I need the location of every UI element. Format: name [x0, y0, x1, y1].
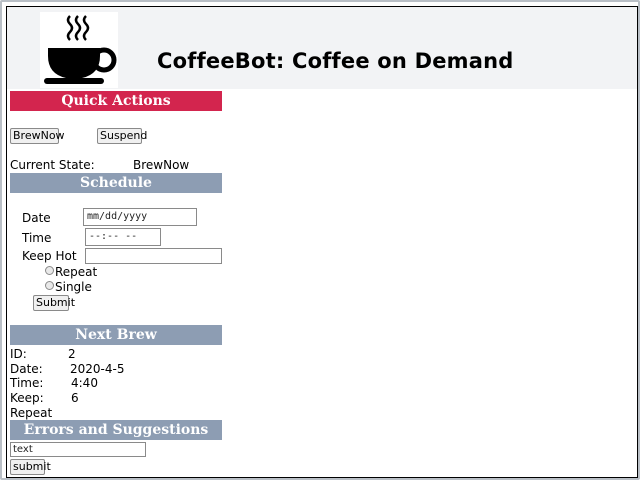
- page-content: CoffeeBot: Coffee on Demand Quick Action…: [6, 6, 638, 478]
- brew-now-button[interactable]: BrewNow: [10, 128, 65, 144]
- current-state-value: BrewNow: [133, 158, 190, 172]
- schedule-heading: Schedule: [10, 173, 222, 193]
- brew-keep-label: Keep:: [10, 391, 44, 405]
- single-radio[interactable]: [45, 281, 54, 290]
- errors-submit-button[interactable]: submit: [10, 459, 51, 475]
- window-frame: CoffeeBot: Coffee on Demand Quick Action…: [0, 0, 640, 480]
- single-label: Single: [55, 280, 92, 294]
- brew-mode: Repeat: [10, 406, 53, 420]
- brew-time-label: Time:: [10, 376, 44, 390]
- brew-date-value: 2020-4-5: [70, 362, 125, 376]
- page-title: CoffeeBot: Coffee on Demand: [157, 49, 514, 73]
- repeat-label: Repeat: [55, 265, 98, 279]
- brew-date-label: Date:: [10, 362, 43, 376]
- current-state-label: Current State:: [10, 158, 95, 172]
- quick-actions-heading: Quick Actions: [10, 91, 222, 111]
- date-input[interactable]: mm/dd/yyyy: [83, 208, 197, 226]
- brew-keep-value: 6: [71, 391, 79, 405]
- suspend-button[interactable]: Suspend: [97, 128, 147, 144]
- next-brew-heading: Next Brew: [10, 325, 222, 345]
- time-label: Time: [22, 231, 52, 245]
- keep-hot-label: Keep Hot: [22, 249, 77, 263]
- date-label: Date: [22, 211, 51, 225]
- brew-id-value: 2: [68, 347, 76, 361]
- repeat-radio[interactable]: [45, 266, 54, 275]
- schedule-submit-button[interactable]: Submit: [33, 295, 75, 311]
- brew-time-value: 4:40: [71, 376, 98, 390]
- keep-hot-input[interactable]: [85, 248, 222, 264]
- coffee-cup-icon: [40, 12, 118, 88]
- header: CoffeeBot: Coffee on Demand: [7, 7, 637, 89]
- time-input[interactable]: --:-- --: [85, 228, 161, 246]
- errors-heading: Errors and Suggestions: [10, 420, 222, 440]
- suggestion-input[interactable]: text: [10, 442, 146, 457]
- brew-id-label: ID:: [10, 347, 27, 361]
